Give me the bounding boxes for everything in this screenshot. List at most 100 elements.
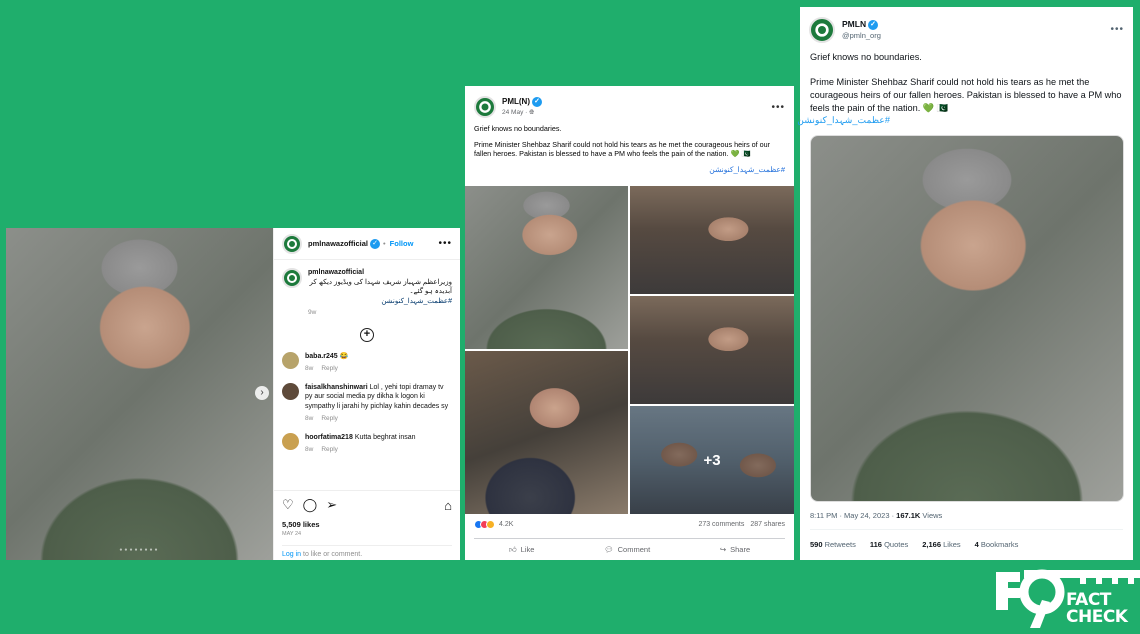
- globe-icon: 🌐︎: [529, 109, 535, 116]
- engagement-stats: 4.2K 273 comments 287 shares: [474, 520, 785, 529]
- share-icon[interactable]: ➢: [326, 497, 337, 513]
- like-label: Like: [520, 544, 535, 554]
- avatar[interactable]: [282, 233, 302, 254]
- load-more-icon[interactable]: +: [360, 327, 374, 342]
- quotes-stat[interactable]: 116 Quotes: [870, 540, 908, 549]
- photo-grid: +3: [465, 186, 794, 514]
- comment-icon[interactable]: ◯: [303, 497, 318, 513]
- bookmark-icon[interactable]: ⌂: [444, 498, 452, 513]
- tweet-line-1: Grief knows no boundaries.: [810, 52, 922, 62]
- grid-photo[interactable]: +3: [630, 406, 794, 514]
- shares-count[interactable]: 287 shares: [750, 521, 785, 528]
- post-date: MAY 24: [282, 531, 302, 537]
- facebook-header: PML(N) ✓ 24 May · 🌐︎ •••: [465, 86, 794, 120]
- comment-item: hoorfatima218 Kutta beghrat insan 8w Repl…: [282, 432, 452, 455]
- avatar[interactable]: [282, 351, 299, 369]
- sad-icon: [486, 520, 495, 529]
- caption-hashtag[interactable]: #عظمت_شہدا_کنونشن: [308, 297, 452, 307]
- comments-count[interactable]: 273 comments: [698, 521, 744, 528]
- comment-username[interactable]: hoorfatima218: [305, 434, 353, 441]
- comment-item: faisalkhanshinwari Lol , yehi topi drama…: [282, 382, 452, 424]
- tweet-timestamp[interactable]: 8:11 PM · May 24, 2023 ·: [810, 511, 896, 520]
- bookmarks-label: Bookmarks: [978, 540, 1019, 549]
- instagram-post-photo[interactable]: [6, 228, 273, 560]
- more-options-icon[interactable]: •••: [771, 102, 785, 113]
- comment-time: 8w: [305, 446, 314, 453]
- login-prompt: Log in to like or comment.: [282, 545, 452, 558]
- instagram-header: pmlnawazofficial ✓ • Follow •••: [274, 228, 460, 260]
- tweet-text: Grief knows no boundaries. Prime Ministe…: [800, 43, 1133, 115]
- page-name[interactable]: PML(N): [502, 97, 530, 106]
- post-date[interactable]: 24 May ·: [502, 109, 529, 116]
- instagram-sidebar: pmlnawazofficial ✓ • Follow ••• pmlnawaz…: [273, 228, 460, 560]
- avatar[interactable]: [282, 268, 302, 288]
- caption-text: وزیراعظم شہباز شریف شہدا کی ویڈیوز دیکھ …: [309, 278, 452, 296]
- post-text: Grief knows no boundaries. Prime Ministe…: [465, 120, 794, 159]
- quotes-label: Quotes: [881, 540, 909, 549]
- caption-username[interactable]: pmlnawazofficial: [308, 269, 364, 276]
- login-link[interactable]: Log in: [282, 551, 301, 558]
- comment-item: baba.r245 😂 8w Reply: [282, 351, 452, 374]
- grid-photo[interactable]: [465, 186, 628, 349]
- tweet-photo[interactable]: [810, 135, 1124, 502]
- twitter-post: PMLN ✓ @pmln_org ••• Grief knows no bound…: [797, 7, 1133, 560]
- factcheck-text: FACT CHECK: [1066, 592, 1128, 627]
- avatar[interactable]: [282, 382, 299, 400]
- post-line-2: Prime Minister Shehbaz Sharif could not …: [474, 139, 771, 159]
- share-button[interactable]: ↪ Share: [720, 545, 750, 554]
- comment-time: 8w: [305, 415, 314, 422]
- retweets-label: Retweets: [822, 540, 856, 549]
- tweet-stats: 590 Retweets 116 Quotes 2,166 Likes 4 Bo…: [810, 529, 1123, 549]
- comment-text: 😂: [339, 352, 349, 360]
- reply-button[interactable]: Reply: [321, 446, 338, 453]
- more-photos-overlay[interactable]: +3: [630, 406, 794, 514]
- tweet-metadata: 8:11 PM · May 24, 2023 · 167.1K Views: [810, 511, 942, 520]
- comment-username[interactable]: baba.r245: [305, 353, 338, 360]
- comment-time: 8w: [305, 365, 314, 372]
- comment-username[interactable]: faisalkhanshinwari: [305, 384, 368, 391]
- share-icon: ↪: [719, 545, 727, 554]
- share-label: Share: [730, 545, 751, 554]
- verified-icon: ✓: [532, 97, 542, 107]
- factcheck-line-2: CHECK: [1066, 607, 1128, 627]
- verified-icon: ✓: [868, 19, 879, 30]
- like-button[interactable]: 👍︎ Like: [509, 545, 535, 555]
- grid-photo[interactable]: [630, 186, 794, 294]
- post-hashtag[interactable]: #عظمت_شہدا_کنونشن: [465, 165, 794, 174]
- tweet-hashtag[interactable]: #عظمت_شہدا_کنونشن: [797, 115, 900, 126]
- grid-photo[interactable]: [630, 296, 794, 404]
- instagram-comments: pmlnawazofficial وزیراعظم شہباز شریف شہد…: [274, 260, 460, 472]
- comment-label: Comment: [617, 545, 651, 554]
- reactions-count[interactable]: 4.2K: [499, 521, 513, 528]
- follow-button[interactable]: Follow: [390, 239, 414, 248]
- verified-icon: ✓: [370, 238, 381, 249]
- views-label: Views: [920, 511, 943, 520]
- instagram-username[interactable]: pmlnawazofficial: [308, 239, 368, 248]
- retweets-stat[interactable]: 590 Retweets: [810, 540, 856, 549]
- facebook-post: PML(N) ✓ 24 May · 🌐︎ ••• Grief knows no b…: [465, 86, 794, 560]
- views-count: 167.1K: [896, 511, 921, 520]
- heart-icon[interactable]: ♡: [282, 497, 294, 513]
- avatar[interactable]: [282, 432, 299, 450]
- retweets-count: 590: [810, 540, 823, 549]
- account-handle[interactable]: @pmln_org: [842, 31, 881, 40]
- comment-button[interactable]: 💬︎ Comment: [604, 545, 650, 554]
- carousel-dots: ●●●●●●●●: [119, 547, 160, 553]
- reaction-icons[interactable]: [474, 520, 495, 529]
- next-photo-icon[interactable]: ›: [255, 386, 269, 400]
- avatar[interactable]: [809, 16, 835, 43]
- grid-photo[interactable]: [465, 351, 628, 514]
- more-options-icon[interactable]: •••: [438, 238, 452, 249]
- bookmarks-stat[interactable]: 4 Bookmarks: [975, 540, 1019, 549]
- reply-button[interactable]: Reply: [321, 415, 338, 422]
- account-name[interactable]: PMLN: [842, 19, 866, 29]
- comment-icon: 💬︎: [604, 545, 614, 554]
- likes-stat[interactable]: 2,166 Likes: [922, 540, 960, 549]
- likes-count[interactable]: 5,509 likes: [282, 520, 452, 529]
- likes-count: 2,166: [922, 540, 942, 549]
- instagram-post: › ●●●●●●●● pmlnawazofficial ✓ • Follow •…: [6, 228, 460, 560]
- more-options-icon[interactable]: •••: [1110, 24, 1124, 35]
- reply-button[interactable]: Reply: [321, 365, 338, 372]
- avatar[interactable]: [474, 96, 496, 118]
- instagram-caption: pmlnawazofficial وزیراعظم شہباز شریف شہد…: [282, 268, 452, 318]
